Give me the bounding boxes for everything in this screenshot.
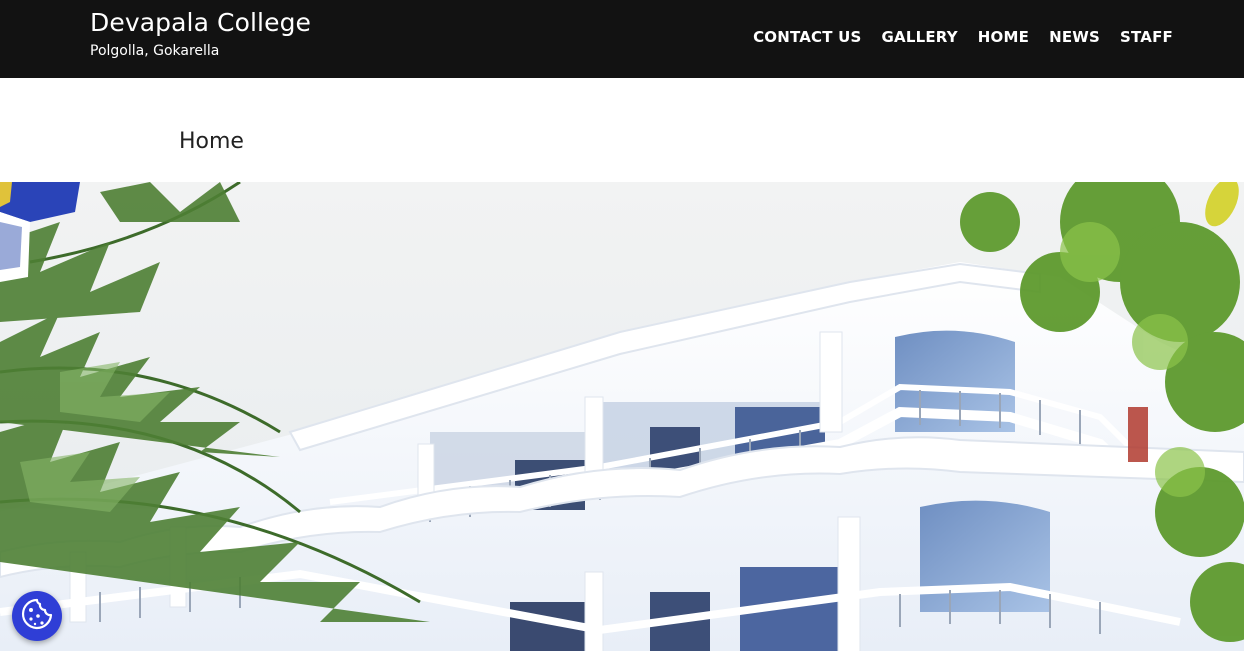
site-tagline: Polgolla, Gokarella [90, 43, 220, 59]
cookie-icon [20, 597, 54, 635]
cookie-settings-button[interactable] [12, 591, 62, 641]
nav-item-news[interactable]: NEWS [1049, 28, 1100, 46]
page-title: Home [179, 129, 244, 154]
nav-item-gallery[interactable]: GALLERY [882, 28, 958, 46]
nav-item-staff[interactable]: STAFF [1120, 28, 1173, 46]
college-building-illustration [0, 182, 1244, 651]
main-nav: CONTACT US GALLERY HOME NEWS STAFF [753, 28, 1173, 46]
hero-image [0, 182, 1244, 651]
nav-item-home[interactable]: HOME [978, 28, 1029, 46]
site-header: Devapala College Polgolla, Gokarella CON… [0, 0, 1244, 78]
site-title-link[interactable]: Devapala College [90, 8, 311, 37]
nav-item-contact-us[interactable]: CONTACT US [753, 28, 861, 46]
